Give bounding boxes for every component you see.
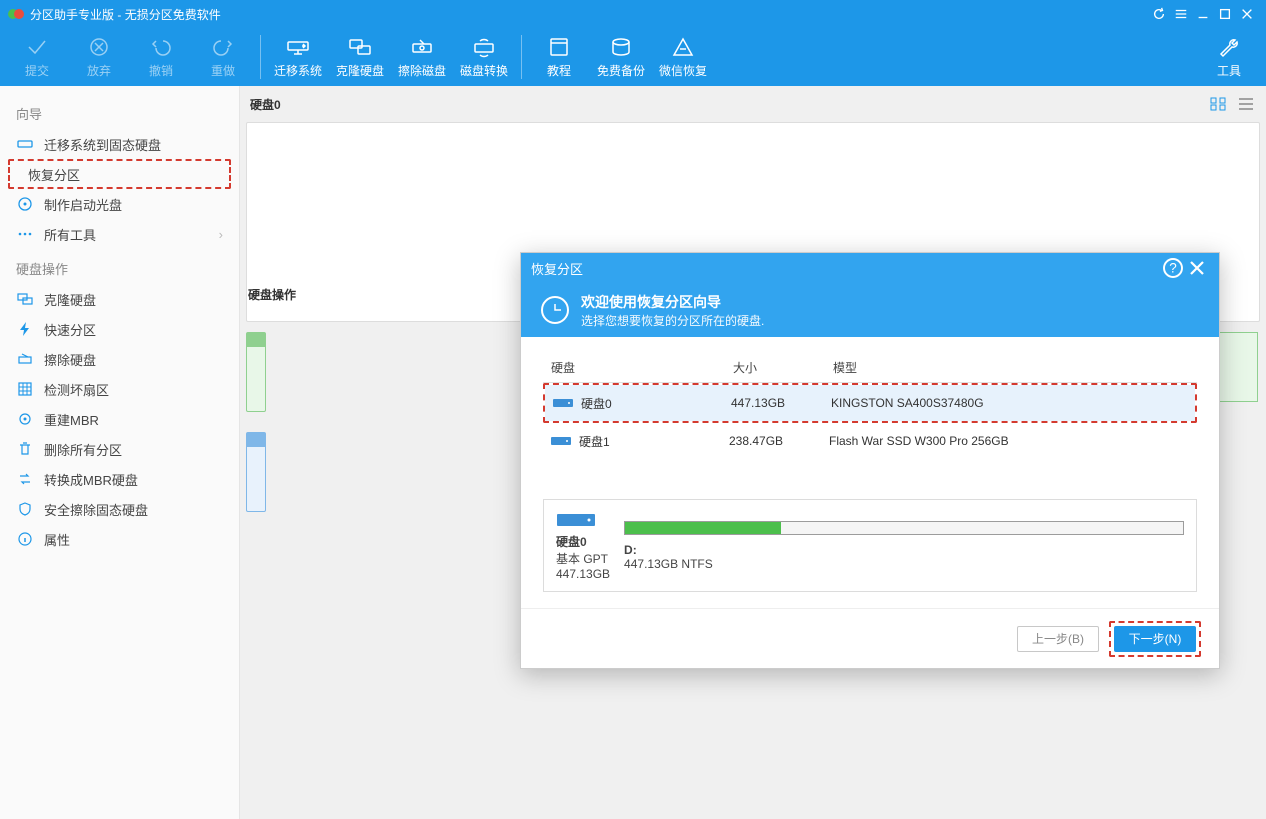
sidebar-item-boot-cd[interactable]: 制作启动光盘 (0, 189, 239, 219)
partition-usage-bar (624, 521, 1184, 535)
app-title: 分区助手专业版 - 无损分区免费软件 (30, 6, 221, 23)
help-icon[interactable]: ? (1161, 256, 1185, 280)
info-icon (16, 531, 34, 547)
sidebar-item-clone-disk[interactable]: 克隆硬盘 (0, 284, 239, 314)
wipe-disk-button[interactable]: 擦除磁盘 (391, 31, 453, 83)
swap-icon (16, 471, 34, 487)
partition-detail: 447.13GB NTFS (624, 557, 713, 571)
clone-icon (16, 291, 34, 307)
view-grid-icon[interactable] (1208, 95, 1228, 113)
menu-icon[interactable] (1170, 3, 1192, 25)
svg-text:?: ? (1169, 261, 1177, 276)
disk-card-row-1 (246, 332, 266, 412)
recover-partition-dialog: 恢复分区 ? 欢迎使用恢复分区向导 选择您想要恢复的分区所在的硬盘. 硬盘 大小… (520, 252, 1220, 669)
migrate-os-button[interactable]: 迁移系统 (267, 31, 329, 83)
sidebar-heading-wizard: 向导 (0, 94, 239, 129)
disk-row-1[interactable]: 硬盘1 238.47GB Flash War SSD W300 Pro 256G… (543, 423, 1197, 459)
next-button-highlight: 下一步(N) (1109, 621, 1201, 657)
dialog-welcome: 欢迎使用恢复分区向导 (581, 292, 764, 312)
gear-icon (16, 411, 34, 427)
next-button[interactable]: 下一步(N) (1114, 626, 1196, 652)
commit-button[interactable]: 提交 (6, 31, 68, 83)
convert-disk-button[interactable]: 磁盘转换 (453, 31, 515, 83)
disk-card-row-2 (246, 432, 266, 512)
dialog-close-icon[interactable] (1185, 256, 1209, 280)
disk-table-header: 硬盘 大小 模型 (543, 353, 1197, 383)
disk-row-0[interactable]: 硬盘0 447.13GB KINGSTON SA400S37480G (545, 385, 1195, 421)
close-icon[interactable] (1236, 3, 1258, 25)
drive-letter: D: (624, 543, 637, 557)
grid-icon (16, 381, 34, 397)
title-bar: 分区助手专业版 - 无损分区免费软件 (0, 0, 1266, 28)
maximize-icon[interactable] (1214, 3, 1236, 25)
dialog-header: 欢迎使用恢复分区向导 选择您想要恢复的分区所在的硬盘. (521, 283, 1219, 337)
sidebar-item-erase-disk[interactable]: 擦除硬盘 (0, 344, 239, 374)
minimize-icon[interactable] (1192, 3, 1214, 25)
clone-disk-button[interactable]: 克隆硬盘 (329, 31, 391, 83)
chevron-right-icon: › (219, 227, 223, 242)
dialog-title: 恢复分区 (531, 259, 583, 278)
dots-icon (16, 226, 34, 242)
tools-button[interactable]: 工具 (1198, 31, 1260, 83)
dialog-titlebar: 恢复分区 ? (521, 253, 1219, 283)
disk0-label: 硬盘0 (250, 96, 281, 113)
shield-icon (16, 501, 34, 517)
preview-disk-info: 硬盘0 基本 GPT 447.13GB (556, 510, 610, 581)
content-area: 硬盘0 硬盘操作 恢复分区 ? 欢迎使用恢复分区向导 (240, 86, 1266, 819)
undo-button[interactable]: 撤销 (130, 31, 192, 83)
sidebar-item-rebuild-mbr[interactable]: 重建MBR (0, 404, 239, 434)
discard-button[interactable]: 放弃 (68, 31, 130, 83)
disk-icon (545, 395, 581, 411)
disc-icon (16, 196, 34, 212)
redo-button[interactable]: 重做 (192, 31, 254, 83)
main-toolbar: 提交 放弃 撤销 重做 迁移系统 克隆硬盘 擦除磁盘 磁盘转换 教程 免费备份 … (0, 28, 1266, 86)
view-list-icon[interactable] (1236, 95, 1256, 113)
sidebar-item-all-tools[interactable]: 所有工具 › (0, 219, 239, 249)
sidebar-item-secure-erase-ssd[interactable]: 安全擦除固态硬盘 (0, 494, 239, 524)
disk-icon (543, 433, 579, 449)
partition-card[interactable] (246, 432, 266, 512)
erase-icon (16, 351, 34, 367)
disk-preview-panel: 硬盘0 基本 GPT 447.13GB D: 447.13GB NTFS (543, 499, 1197, 592)
sidebar-item-migrate-ssd[interactable]: 迁移系统到固态硬盘 (0, 129, 239, 159)
refresh-icon[interactable] (1148, 3, 1170, 25)
sidebar-item-badsector[interactable]: 检测坏扇区 (0, 374, 239, 404)
app-logo-icon (8, 6, 24, 22)
wechat-recover-button[interactable]: 微信恢复 (652, 31, 714, 83)
sidebar: 向导 迁移系统到固态硬盘 恢复分区 制作启动光盘 所有工具 › 硬盘操作 克隆硬… (0, 86, 240, 819)
prev-button[interactable]: 上一步(B) (1017, 626, 1099, 652)
disk-icon (556, 510, 610, 533)
bolt-icon (16, 321, 34, 337)
ssd-icon (16, 136, 34, 152)
sidebar-item-delete-all[interactable]: 删除所有分区 (0, 434, 239, 464)
diskops-heading: 硬盘操作 (248, 286, 296, 303)
backup-button[interactable]: 免费备份 (590, 31, 652, 83)
partition-card[interactable] (246, 332, 266, 412)
dialog-footer: 上一步(B) 下一步(N) (521, 608, 1219, 668)
dialog-instruction: 选择您想要恢复的分区所在的硬盘. (581, 312, 764, 329)
sidebar-item-recover-partition[interactable]: 恢复分区 (8, 159, 231, 189)
sidebar-item-convert-mbr[interactable]: 转换成MBR硬盘 (0, 464, 239, 494)
wizard-icon (541, 296, 569, 324)
tutorial-button[interactable]: 教程 (528, 31, 590, 83)
sidebar-item-quick-partition[interactable]: 快速分区 (0, 314, 239, 344)
trash-icon (16, 441, 34, 457)
sidebar-heading-diskops: 硬盘操作 (0, 249, 239, 284)
disk-row-0-highlight: 硬盘0 447.13GB KINGSTON SA400S37480G (543, 383, 1197, 423)
sidebar-item-properties[interactable]: 属性 (0, 524, 239, 554)
